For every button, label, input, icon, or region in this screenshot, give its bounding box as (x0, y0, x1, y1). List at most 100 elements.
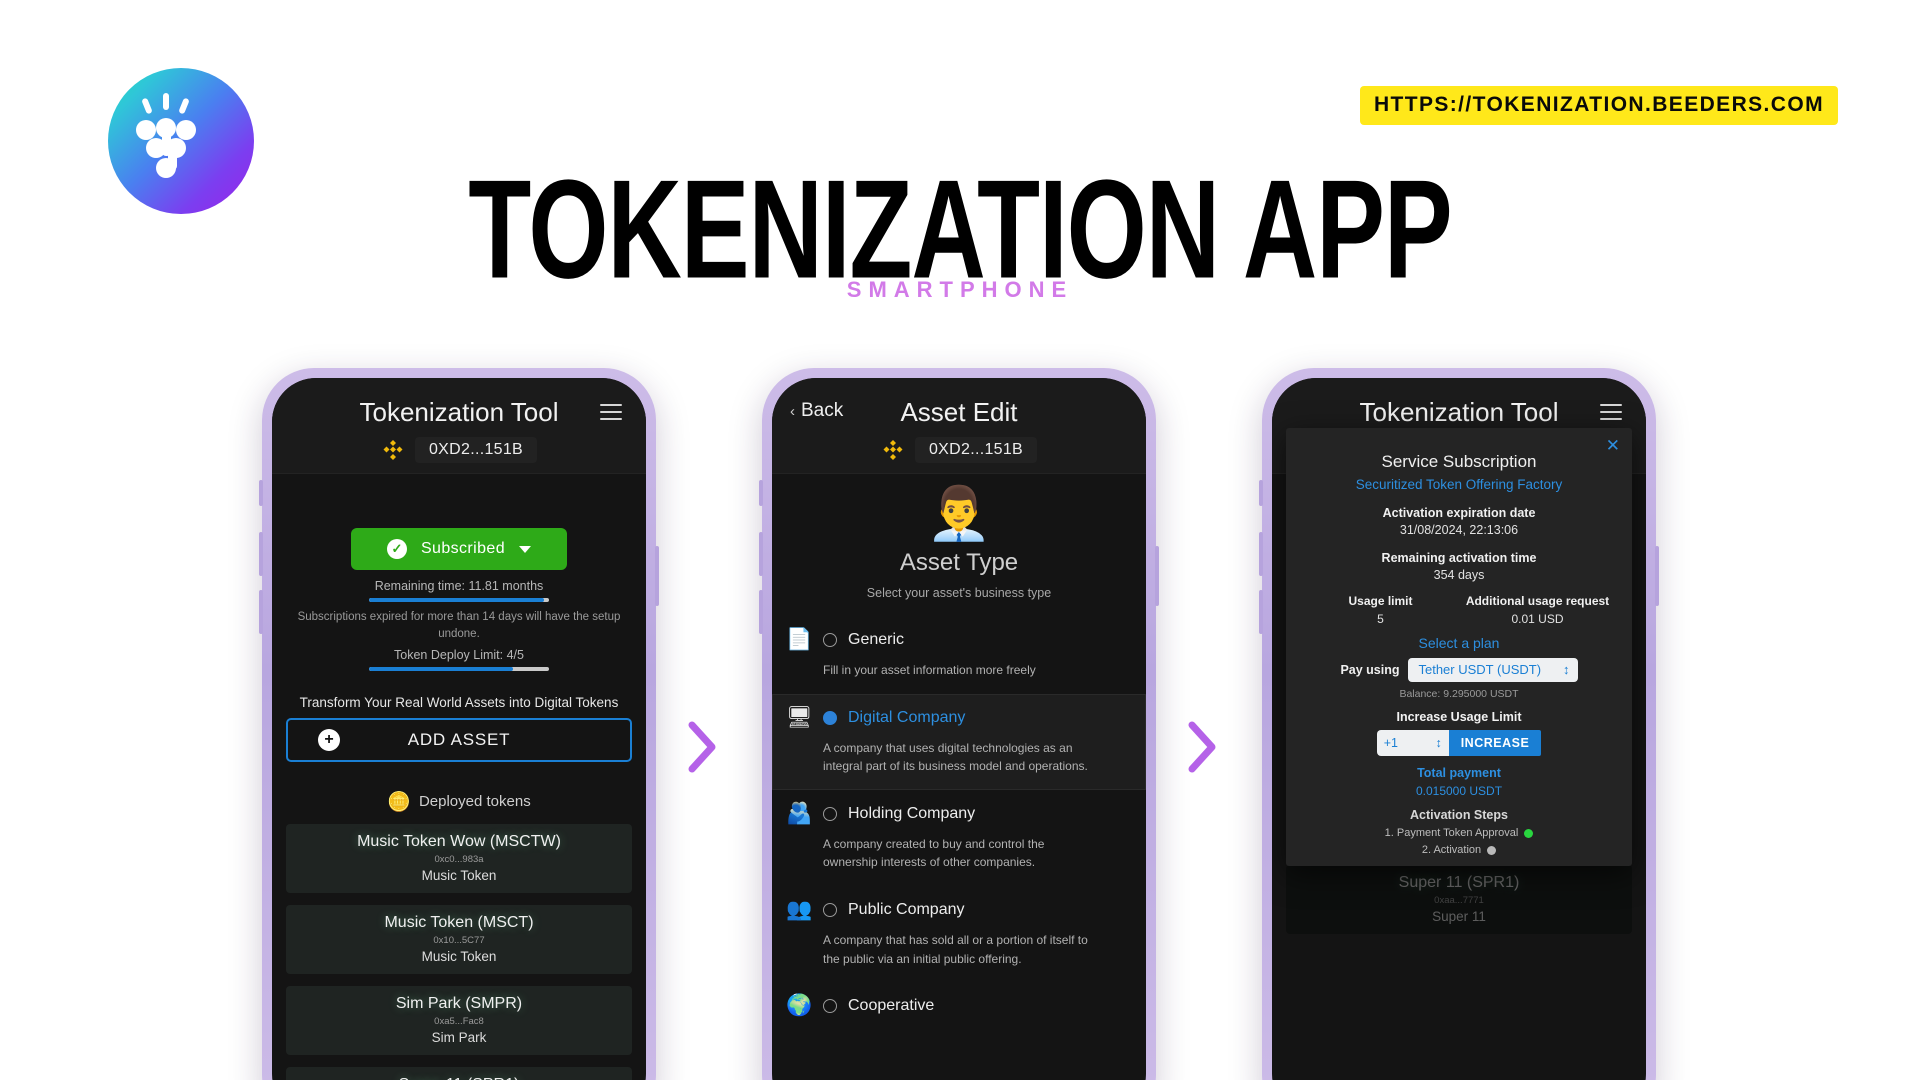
wallet-address[interactable]: 0XD2...151B (414, 437, 538, 463)
browser-building-icon: 🖥 (786, 705, 813, 729)
person-with-assets-illustration: 👨‍💼 (926, 485, 992, 543)
increase-controls: +1 ↕ INCREASE (1302, 730, 1616, 756)
option-radio[interactable] (823, 710, 837, 725)
option-description: A company created to buy and control the… (823, 836, 1045, 870)
token-list-item[interactable]: Sim Park (SMPR) 0xa5...Fac8 Sim Park (286, 985, 632, 1055)
asset-type-option[interactable]: 📄 Generic Fill in your asset information m… (772, 616, 1146, 694)
globe-people-icon: 🌍 (786, 994, 813, 1018)
increase-usage-limit-label: Increase Usage Limit (1396, 710, 1522, 724)
phone-mockup-3: Tokenization Tool 0XD2...151B Sim Park ( (1259, 368, 1659, 1080)
additional-usage-value: 0.01 USD (1511, 612, 1564, 626)
subscription-notice: Subscriptions expired for more than 14 d… (297, 611, 621, 641)
chevron-down-icon (519, 545, 532, 553)
binance-bnb-icon (883, 440, 903, 460)
app-title: Tokenization Tool (1359, 397, 1559, 427)
service-subscription-modal: ✕ Service Subscription Securitized Token… (1286, 428, 1632, 866)
phone-volume-up-button (259, 532, 263, 576)
app-header-1: Tokenization Tool 0XD2...151B (272, 378, 646, 474)
token-list-item[interactable]: Super 11 (SPR1)0xaa...7771Super 11 (286, 1066, 632, 1080)
token-name: Super 11 (SPR1) (286, 1076, 632, 1080)
usage-limit-label: Usage limit (1348, 594, 1413, 608)
option-radio[interactable] (823, 999, 837, 1014)
remaining-time-progressbar (369, 598, 549, 602)
screen-asset-edit: ‹ Back Asset Edit 0XD2...151B (772, 378, 1146, 1080)
usage-amount-stepper[interactable]: +1 ↕ (1376, 730, 1449, 756)
option-radio[interactable] (823, 806, 837, 821)
phone-volume-up-button (1259, 532, 1263, 576)
token-type: Music Token (421, 867, 497, 883)
option-label: Digital Company (848, 708, 966, 726)
wallet-address[interactable]: 0XD2...151B (914, 437, 1038, 463)
asset-type-option[interactable]: 👥 Public Company A company that has sold a… (772, 886, 1146, 982)
subscription-status-button[interactable]: ✓ Subscribed (351, 528, 567, 570)
token-type: Music Token (421, 948, 497, 964)
add-asset-button[interactable]: + ADD ASSET (286, 717, 632, 762)
wallet-row[interactable]: 0XD2...151B (772, 437, 1146, 463)
site-url-badge: HTTPS://TOKENIZATION.BEEDERS.COM (1359, 86, 1838, 125)
token-address: 0xaa...7771 (1434, 895, 1484, 906)
modal-service-link[interactable]: Securitized Token Offering Factory (1302, 477, 1616, 492)
token-list-item[interactable]: Music Token (MSCT) 0x10...5C77 Music Token (286, 904, 632, 974)
deploy-limit-label: Token Deploy Limit: 4/5 (394, 647, 524, 662)
activation-step: 2. Activation (1302, 844, 1616, 856)
option-radio[interactable] (823, 902, 837, 917)
pay-using-value: Tether USDT (USDT) (1418, 662, 1542, 677)
asset-type-option[interactable]: 🖥 Digital Company A company that uses digi… (772, 693, 1146, 790)
phone-mute-button (759, 480, 763, 506)
option-header: 📄 Generic (786, 628, 1130, 652)
phone-volume-down-button (1259, 590, 1263, 634)
increase-button[interactable]: INCREASE (1448, 730, 1542, 756)
deploy-limit-progressbar (369, 666, 549, 671)
hamburger-menu-icon[interactable] (600, 404, 622, 420)
phone-power-button (655, 546, 659, 606)
option-header: 🌍 Cooperative (786, 994, 1130, 1018)
token-list-item[interactable]: Music Token Wow (MSCTW) 0xc0...983a Music … (286, 823, 632, 893)
asset-type-title: Asset Type (899, 549, 1019, 576)
additional-usage-block: Additional usage request 0.01 USD (1459, 594, 1616, 626)
deployed-token-list: Music Token Wow (MSCTW) 0xc0...983a Music … (286, 823, 632, 1080)
usage-summary: Usage limit 5 Additional usage request 0… (1302, 594, 1616, 626)
poster-canvas: HTTPS://TOKENIZATION.BEEDERS.COM TOKENIZ… (0, 0, 1920, 1080)
option-radio[interactable] (823, 633, 837, 647)
activation-step-text: 2. Activation (1421, 844, 1482, 856)
coins-icon: 🪙 (387, 791, 411, 813)
token-list-item[interactable]: Super 11 (SPR1)0xaa...7771Super 11 (1286, 865, 1632, 934)
deployed-tokens-label: Deployed tokens (418, 793, 531, 810)
hamburger-menu-icon[interactable] (1600, 404, 1622, 420)
chevron-right-icon (688, 721, 716, 773)
phone-mute-button (1259, 480, 1263, 506)
token-address: 0xc0...983a (434, 853, 484, 865)
home-body: ✓ Subscribed Remaining time: 11.81 month… (272, 528, 646, 1080)
transform-tagline: Transform Your Real World Assets into Di… (299, 694, 619, 710)
subscription-status-label: Subscribed (420, 540, 506, 557)
token-type: Super 11 (1432, 909, 1486, 924)
usage-limit-value: 5 (1377, 612, 1384, 626)
option-label: Public Company (848, 900, 965, 918)
expiration-date-label: Activation expiration date (1382, 506, 1536, 520)
option-description: Fill in your asset information more free… (823, 663, 1036, 677)
asset-type-option[interactable]: 🌍 Cooperative (772, 982, 1146, 1032)
plus-circle-icon: + (318, 728, 340, 751)
phone-power-button (1655, 546, 1659, 606)
status-dot-icon (1487, 845, 1497, 855)
page-subtitle: SMARTPHONE (846, 277, 1074, 302)
activation-steps-label: Activation Steps (1410, 808, 1508, 822)
total-payment-value: 0.015000 USDT (1415, 784, 1503, 798)
pay-using-row: Pay using Tether USDT (USDT) ↕ (1302, 658, 1616, 682)
status-dot-icon (1524, 828, 1534, 838)
sort-arrows-icon: ↕ (1435, 735, 1442, 750)
token-address: 0xa5...Fac8 (434, 1015, 484, 1027)
close-x-icon[interactable]: ✕ (1606, 437, 1620, 454)
token-name: Sim Park (SMPR) (395, 994, 523, 1012)
option-label: Cooperative (848, 997, 935, 1015)
select-a-plan-link[interactable]: Select a plan (1302, 635, 1616, 651)
phone-mockup-2: ‹ Back Asset Edit 0XD2...151B (759, 368, 1159, 1080)
wallet-row[interactable]: 0XD2...151B (272, 437, 646, 463)
asset-type-option[interactable]: 🫂 Holding Company A company created to buy… (772, 790, 1146, 886)
option-header: 🫂 Holding Company (786, 802, 1130, 826)
screen-home: Tokenization Tool 0XD2...151B ✓ Subscrib… (272, 378, 646, 1080)
option-label: Holding Company (848, 804, 976, 822)
deployed-tokens-header: 🪙 Deployed tokens (286, 790, 632, 814)
additional-usage-label: Additional usage request (1465, 594, 1610, 608)
pay-using-select[interactable]: Tether USDT (USDT) ↕ (1408, 658, 1578, 682)
